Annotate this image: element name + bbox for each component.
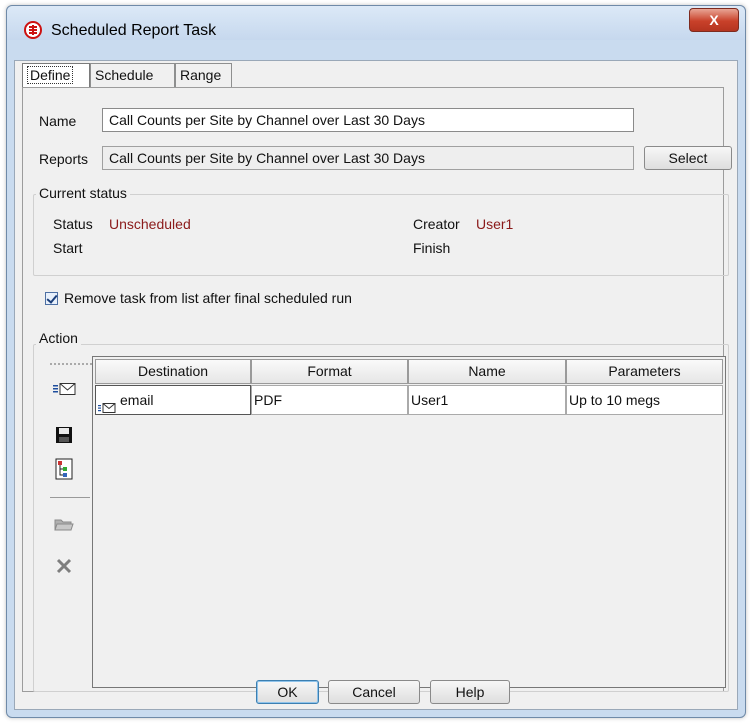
email-icon xyxy=(98,395,116,414)
status-label: Status xyxy=(53,216,93,232)
tab-range[interactable]: Range xyxy=(175,63,232,87)
ok-button[interactable]: OK xyxy=(256,680,319,704)
creator-value: User1 xyxy=(476,216,514,232)
save-icon[interactable] xyxy=(55,426,73,444)
remove-task-label: Remove task from list after final schedu… xyxy=(64,290,352,306)
toolbar-grip xyxy=(50,363,92,365)
column-header-parameters[interactable]: Parameters xyxy=(566,359,723,384)
cell-name[interactable]: User1 xyxy=(408,385,566,415)
destination-value: email xyxy=(120,392,154,408)
action-legend: Action xyxy=(36,330,81,346)
add-email-icon[interactable] xyxy=(52,380,78,398)
select-button[interactable]: Select xyxy=(644,146,732,170)
app-logo-icon xyxy=(24,21,42,39)
column-header-name[interactable]: Name xyxy=(408,359,566,384)
status-value: Unscheduled xyxy=(109,216,191,232)
remove-task-checkbox[interactable] xyxy=(45,292,58,305)
finish-label: Finish xyxy=(413,240,451,256)
window-title: Scheduled Report Task xyxy=(51,22,217,39)
title-bar[interactable]: Scheduled Report Task X xyxy=(7,6,745,40)
name-label: Name xyxy=(39,113,77,129)
action-table: Destination Format Name Parameters email… xyxy=(92,356,726,688)
column-header-destination[interactable]: Destination xyxy=(95,359,251,384)
table-row[interactable]: email PDF User1 Up to 10 megs xyxy=(95,385,723,415)
open-folder-icon[interactable] xyxy=(54,515,74,533)
tab-schedule[interactable]: Schedule xyxy=(90,63,175,87)
cell-format[interactable]: PDF xyxy=(251,385,408,415)
cancel-button[interactable]: Cancel xyxy=(328,680,420,704)
current-status-group xyxy=(33,194,729,276)
tab-define[interactable]: Define xyxy=(22,63,90,87)
column-header-format[interactable]: Format xyxy=(251,359,408,384)
report-tree-icon[interactable] xyxy=(55,458,73,480)
cell-parameters[interactable]: Up to 10 megs xyxy=(566,385,723,415)
name-field[interactable]: Call Counts per Site by Channel over Las… xyxy=(102,108,634,132)
reports-label: Reports xyxy=(39,151,89,167)
cell-destination[interactable]: email xyxy=(95,385,251,415)
current-status-legend: Current status xyxy=(36,185,130,201)
toolbar-separator xyxy=(50,497,90,498)
start-label: Start xyxy=(53,240,83,256)
creator-label: Creator xyxy=(413,216,460,232)
close-button[interactable]: X xyxy=(689,8,739,32)
help-button[interactable]: Help xyxy=(430,680,510,704)
reports-field: Call Counts per Site by Channel over Las… xyxy=(102,146,634,170)
delete-icon[interactable] xyxy=(55,557,73,575)
